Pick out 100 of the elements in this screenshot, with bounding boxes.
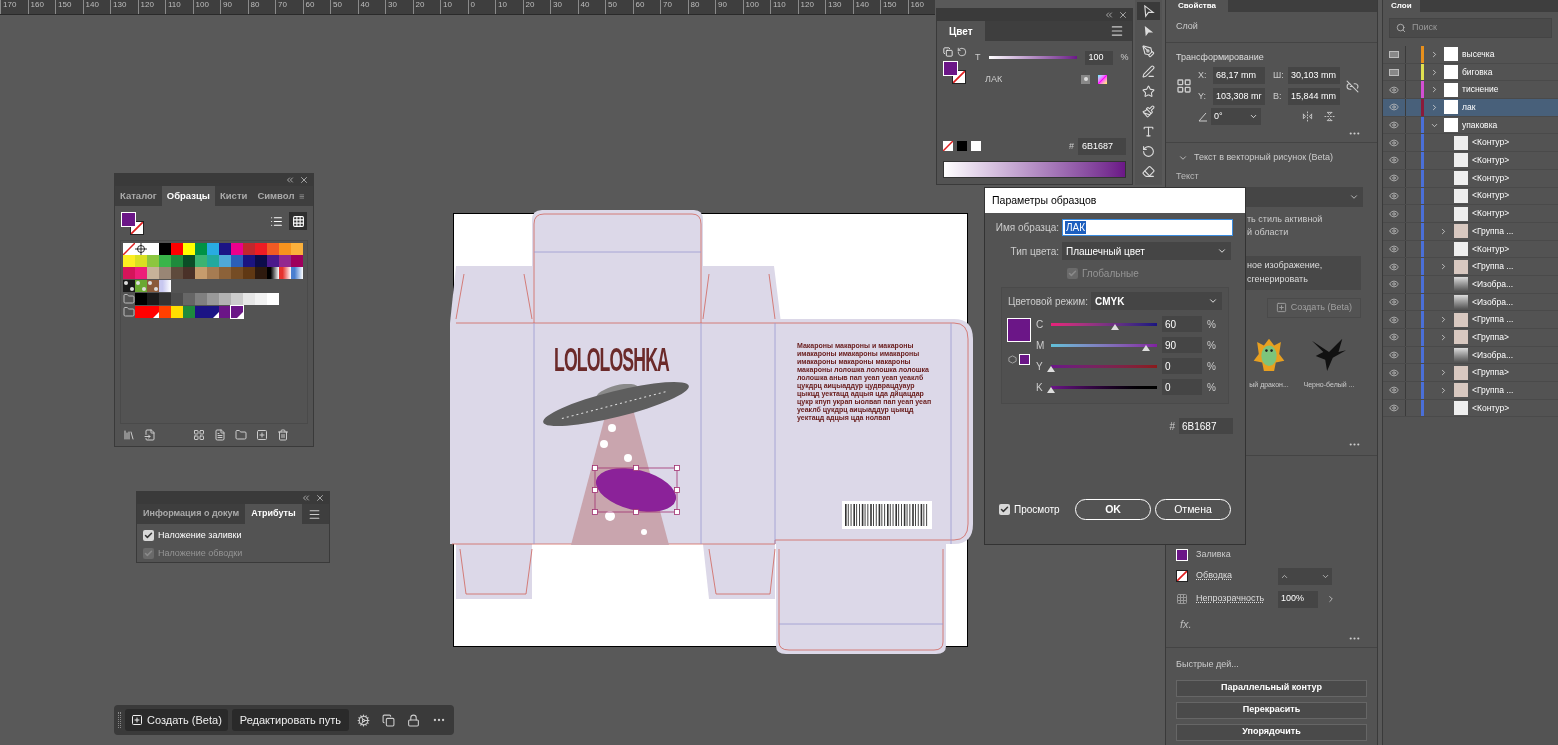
transform-field[interactable]: 103,308 mr xyxy=(1213,88,1265,105)
panel-tab[interactable]: Свойства xyxy=(1166,0,1229,12)
field-label: Ш: xyxy=(1273,68,1285,82)
layer-name: <Контур> xyxy=(1472,136,1510,150)
layer-row[interactable]: <Изобра... xyxy=(1383,293,1558,312)
layer-row[interactable]: <Контур> xyxy=(1383,169,1558,188)
appearance-label: Заливка xyxy=(1196,548,1231,561)
ruler-label: 40 xyxy=(577,0,605,14)
ruler-label: 90 xyxy=(715,0,743,14)
panel-tab[interactable]: Образцы xyxy=(161,186,215,206)
layer-row[interactable]: <Контур> xyxy=(1383,205,1558,223)
ruler-label: 100 xyxy=(192,0,220,14)
ruler-label: 130 xyxy=(825,0,853,14)
name-field[interactable]: ЛАК xyxy=(1062,219,1233,236)
hex-field[interactable]: 6B1687 xyxy=(1179,418,1233,434)
opacity-field[interactable]: 100% xyxy=(1278,590,1318,608)
panel-tab[interactable]: Каталог xyxy=(115,186,162,206)
ruler-label: 160 xyxy=(27,0,55,14)
ruler-label: 30 xyxy=(385,0,413,14)
ruler-label: 130 xyxy=(110,0,138,14)
layer-row[interactable]: высечка xyxy=(1383,46,1558,64)
channel-field[interactable]: 0 xyxy=(1162,379,1202,395)
transform-field[interactable]: 30,103 mm xyxy=(1288,67,1340,84)
ruler-label: 150 xyxy=(880,0,908,14)
color-mode-dropdown[interactable]: CMYK xyxy=(1090,292,1222,310)
quick-action-button[interactable]: Параллельный контур xyxy=(1176,679,1367,697)
option-label: Наложение заливки xyxy=(158,529,242,542)
field-label: Y: xyxy=(1198,89,1207,103)
layer-row[interactable]: <Группа ... xyxy=(1383,258,1558,276)
layer-row[interactable]: <Контур> xyxy=(1383,399,1558,418)
ruler-label: 110 xyxy=(770,0,798,14)
percent-label: % xyxy=(1207,380,1216,395)
layer-name: <Контур> xyxy=(1472,189,1510,203)
layer-name: <Изобра... xyxy=(1472,277,1513,291)
transform-field[interactable]: 15,844 mm xyxy=(1288,88,1340,105)
hex-field[interactable]: 6B1687 xyxy=(1078,137,1126,155)
quick-action-button[interactable]: Упорядочить xyxy=(1176,723,1367,741)
ruler-label: 30 xyxy=(550,0,578,14)
layer-name: <Группа> xyxy=(1472,330,1509,344)
layer-row[interactable]: биговка xyxy=(1383,63,1558,82)
layer-row[interactable]: <Группа ... xyxy=(1383,382,1558,400)
ruler-label: 90 xyxy=(220,0,248,14)
layer-row[interactable]: <Изобра... xyxy=(1383,275,1558,294)
hash-label: # xyxy=(1169,419,1175,434)
ruler-label: 20 xyxy=(412,0,440,14)
ruler-label: 60 xyxy=(302,0,330,14)
layer-name: <Контур> xyxy=(1472,154,1510,167)
fx-button[interactable]: fx. xyxy=(1166,615,1206,632)
panel-tab[interactable]: Слои xyxy=(1383,0,1420,12)
layer-row[interactable]: <Изобра... xyxy=(1383,346,1558,365)
ruler-label: 40 xyxy=(357,0,385,14)
layer-row[interactable]: лак xyxy=(1383,99,1558,117)
channel-field[interactable]: 0 xyxy=(1162,358,1202,374)
hash-label: # xyxy=(1069,139,1074,153)
panel-tab[interactable]: Цвет xyxy=(937,21,985,41)
option-label: Наложение обводки xyxy=(158,546,243,560)
angle-field[interactable]: 0° xyxy=(1211,108,1261,125)
layer-name: <Контур> xyxy=(1472,207,1510,220)
channel-field[interactable]: 90 xyxy=(1162,337,1202,353)
field-label: Текст xyxy=(1175,170,1200,181)
ruler-label: 10 xyxy=(440,0,468,14)
layer-row[interactable]: <Группа ... xyxy=(1383,311,1558,329)
layer-row[interactable]: <Контур> xyxy=(1383,134,1558,153)
tint-field[interactable]: 100 xyxy=(1084,51,1113,65)
layer-row[interactable]: <Группа ... xyxy=(1383,222,1558,241)
layer-row[interactable]: <Группа> xyxy=(1383,364,1558,383)
layer-name: <Группа ... xyxy=(1472,313,1514,327)
layer-row[interactable]: упаковка xyxy=(1383,116,1558,135)
layer-name: <Контур> xyxy=(1472,171,1510,185)
layer-row[interactable]: <Контур> xyxy=(1383,187,1558,206)
panel-tab[interactable]: Атрибуты xyxy=(245,504,302,524)
layer-name: <Группа ... xyxy=(1472,384,1514,397)
channel-field[interactable]: 60 xyxy=(1162,316,1202,332)
transform-field[interactable]: 68,17 mm xyxy=(1213,67,1265,84)
percent-label: % xyxy=(1120,51,1129,64)
ruler-label: 80 xyxy=(687,0,715,14)
ruler-label: 140 xyxy=(82,0,110,14)
layer-row[interactable]: <Контур> xyxy=(1383,240,1558,259)
layer-row[interactable]: <Группа> xyxy=(1383,329,1558,347)
ruler-label: 80 xyxy=(247,0,275,14)
ruler-label: 0 xyxy=(467,0,495,14)
ruler-label: 60 xyxy=(632,0,660,14)
panel-tab[interactable]: Информация о докум xyxy=(137,504,246,524)
layer-name: <Изобра... xyxy=(1472,348,1513,362)
color-type-dropdown[interactable]: Плашечный цвет xyxy=(1062,242,1231,260)
edit-path-button[interactable]: Редактировать путь xyxy=(231,709,350,731)
layer-row[interactable]: <Контур> xyxy=(1383,152,1558,170)
panel-tab[interactable]: Кисти xyxy=(214,186,253,206)
layer-name: <Контур> xyxy=(1472,242,1510,256)
field-label: Цветовой режим: xyxy=(1007,294,1089,309)
panel-tab[interactable]: Символ xyxy=(252,186,300,206)
layer-name: <Группа ... xyxy=(1472,224,1514,238)
section-title: Быстрые дей... xyxy=(1175,658,1240,671)
ruler-label: 120 xyxy=(797,0,825,14)
quick-action-button[interactable]: Перекрасить xyxy=(1176,701,1367,719)
ruler-label: 20 xyxy=(522,0,550,14)
logo-text: LOLOLOSHKA xyxy=(554,342,669,376)
channel-label: C xyxy=(1036,317,1045,332)
create-button[interactable]: Создать (Beta) xyxy=(125,709,228,731)
preview-label: Просмотр xyxy=(1014,503,1060,517)
